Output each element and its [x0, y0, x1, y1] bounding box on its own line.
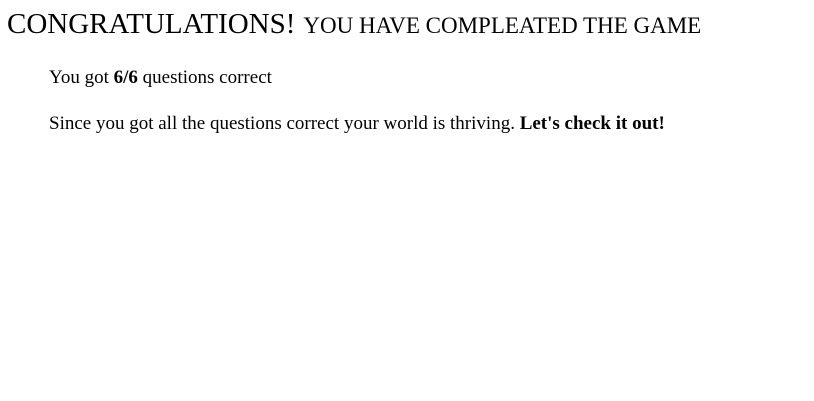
game-complete-text: YOU HAVE COMPLEATED THE GAME	[303, 13, 702, 38]
score-suffix: questions correct	[142, 67, 272, 88]
result-panel: You got 6/6 questions correct Since you …	[49, 67, 809, 135]
congratulations-text: CONGRATULATIONS!	[7, 8, 296, 40]
world-status-text: Since you got all the questions correct …	[49, 113, 515, 134]
check-it-out-text: Let's check it out!	[519, 113, 665, 134]
score-line: You got 6/6 questions correct	[49, 67, 809, 89]
world-status-line: Since you got all the questions correct …	[49, 113, 809, 135]
score-value: 6/6	[113, 67, 138, 88]
score-prefix: You got	[49, 67, 109, 88]
page-title: CONGRATULATIONS! YOU HAVE COMPLEATED THE…	[7, 6, 701, 39]
